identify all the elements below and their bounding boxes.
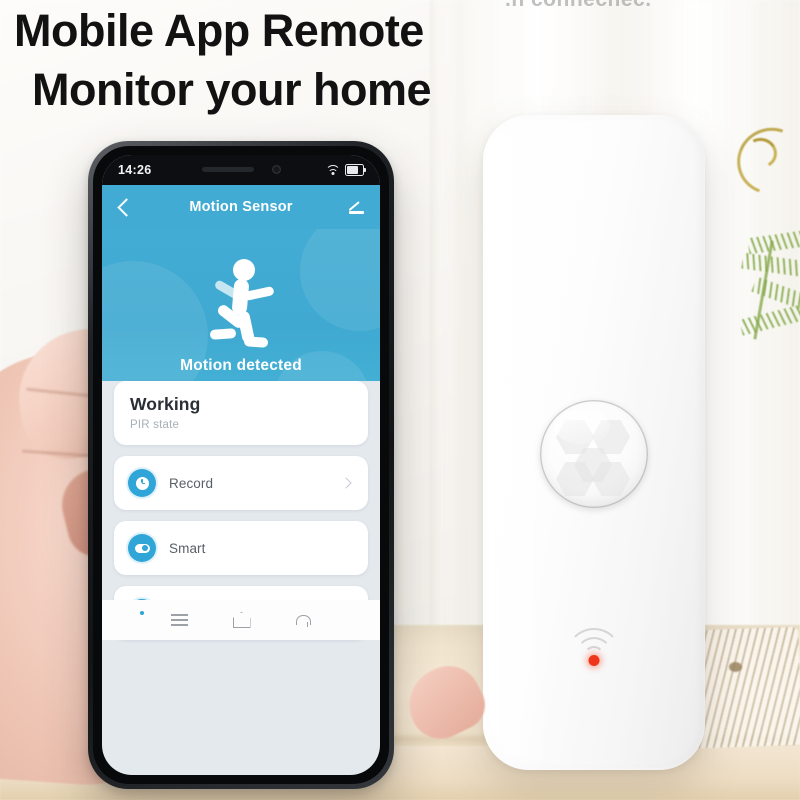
clock-icon [128,469,156,497]
pir-state-card[interactable]: Working PIR state [114,381,368,445]
menu-icon[interactable] [170,614,188,626]
headline-line-2: Monitor your home [32,63,431,115]
status-bar-time: 14:26 [118,163,152,177]
pir-state-subtitle: PIR state [130,419,180,431]
list-item-label: Smart [169,540,206,556]
walking-person-icon [200,259,282,351]
front-camera [271,164,281,174]
phone-screen: 14:26 Motion Sensor Motion detected Work… [102,155,380,775]
battery-icon [345,164,366,176]
home-icon[interactable] [232,612,251,628]
led-indicator [588,655,600,666]
pir-state-title: Working [130,394,201,414]
status-bar: 14:26 [102,155,380,185]
earpiece-speaker [201,166,254,172]
list-item-smart[interactable]: Smart [114,521,368,575]
edit-button[interactable] [348,199,365,216]
pir-fresnel-lens [540,400,648,508]
motion-sensor-device [483,115,705,770]
motion-status-hero: Motion detected [102,229,380,405]
smartphone: 14:26 Motion Sensor Motion detected Work… [88,141,394,789]
promo-headline: Mobile App Remote Monitor your home [14,2,554,119]
back-arrow-icon[interactable] [295,614,312,627]
page-title: Motion Sensor [189,199,293,215]
headline-line-1: Mobile App Remote [14,5,424,56]
wifi-icon [325,165,340,175]
list-item-record[interactable]: Record [114,456,368,510]
chevron-right-icon [340,477,352,489]
back-button[interactable] [117,197,136,217]
phone-notch [157,155,325,184]
android-nav-bar [102,600,380,640]
app-bar: Motion Sensor [102,185,380,229]
screen-content: Working PIR state Record Smart [102,381,380,640]
decor-blob [300,229,380,331]
list-item-label: Record [169,475,214,491]
phone-bezel: 14:26 Motion Sensor Motion detected Work… [93,146,389,784]
toggle-icon [128,534,156,562]
decor-bean [729,662,742,672]
promo-scene: .n connecnec. Mobile App Remote Monitor … [0,0,800,800]
